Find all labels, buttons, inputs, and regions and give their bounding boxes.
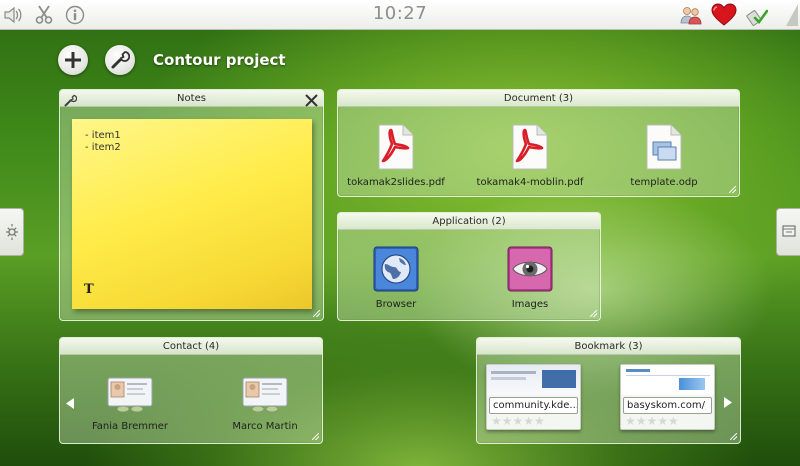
contact-title: Contact (4) [162, 341, 220, 352]
rating-stars[interactable]: ★★★★★ [625, 414, 679, 428]
sun-settings-icon [5, 224, 18, 240]
document-label: tokamak4-moblin.pdf [476, 177, 584, 188]
document-panel[interactable]: Document (3) tokamak2slides.pdf tokamak4… [337, 89, 740, 197]
bookmark-item[interactable]: basyskom.com/ ★★★★★ [620, 364, 715, 430]
contact-label: Marco Martin [232, 421, 298, 432]
users-icon[interactable] [680, 4, 702, 26]
application-header: Application (2) [338, 213, 600, 230]
notes-title: Notes [177, 93, 206, 104]
top-status-bar: 10:27 [0, 0, 800, 30]
contact-card-icon [107, 377, 153, 413]
close-icon[interactable] [305, 92, 318, 111]
contact-card-icon [242, 377, 288, 413]
panel-edge-icon [777, 4, 799, 26]
scroll-left-icon[interactable] [66, 394, 75, 413]
pdf-icon [378, 124, 414, 170]
bookmark-panel[interactable]: Bookmark (3) community.kde.... ★★★★★ bas… [476, 337, 741, 444]
document-label: template.odp [630, 177, 698, 188]
resize-grip[interactable] [729, 186, 736, 193]
eye-icon [507, 246, 553, 292]
resize-grip[interactable] [313, 310, 320, 317]
contact-header: Contact (4) [60, 338, 322, 355]
rating-stars[interactable]: ★★★★★ [491, 414, 545, 428]
resize-grip[interactable] [312, 433, 319, 440]
bookmark-label: basyskom.com/ [623, 397, 712, 414]
bookmark-thumbnail [487, 365, 580, 395]
application-title: Application (2) [432, 216, 506, 227]
resize-grip[interactable] [590, 310, 597, 317]
wrench-icon[interactable] [64, 92, 78, 111]
scroll-right-icon[interactable] [723, 393, 732, 412]
note-line: - item1 [85, 130, 121, 141]
contact-panel[interactable]: Contact (4) Fania Bremmer Marco Martin [59, 337, 323, 444]
contact-item[interactable]: Marco Martin [210, 377, 320, 432]
bookmark-thumbnail [621, 365, 714, 395]
resize-grip[interactable] [730, 433, 737, 440]
clean-icon[interactable] [746, 4, 768, 26]
notes-panel[interactable]: Notes - item1 - item2 T [59, 89, 324, 321]
globe-icon [373, 246, 419, 292]
contact-item[interactable]: Fania Bremmer [75, 377, 185, 432]
project-title: Contour project [153, 51, 286, 69]
pdf-icon [512, 124, 548, 170]
application-label: Images [511, 299, 549, 310]
window-list-icon [781, 225, 796, 237]
document-item[interactable]: tokamak4-moblin.pdf [465, 124, 595, 188]
text-tool-icon[interactable]: T [84, 282, 94, 297]
bookmark-title: Bookmark (3) [574, 341, 643, 352]
document-label: tokamak2slides.pdf [347, 177, 445, 188]
project-settings-button[interactable] [105, 45, 135, 75]
application-panel[interactable]: Application (2) Browser Images [337, 212, 601, 321]
presentation-icon [646, 124, 682, 170]
contact-label: Fania Bremmer [91, 421, 169, 432]
notes-header: Notes [60, 90, 323, 107]
plus-icon [65, 52, 81, 68]
heart-icon[interactable] [711, 3, 737, 26]
note-line: - item2 [85, 142, 121, 153]
document-title: Document (3) [503, 93, 574, 104]
left-side-tab[interactable] [0, 208, 24, 256]
bookmark-item[interactable]: community.kde.... ★★★★★ [486, 364, 581, 430]
right-side-tab[interactable] [776, 208, 800, 256]
sticky-note[interactable]: - item1 - item2 T [72, 119, 312, 309]
application-item[interactable]: Browser [356, 246, 436, 310]
add-button[interactable] [58, 45, 88, 75]
document-item[interactable]: tokamak2slides.pdf [331, 124, 461, 188]
bookmark-header: Bookmark (3) [477, 338, 740, 355]
application-label: Browser [375, 299, 417, 310]
application-item[interactable]: Images [490, 246, 570, 310]
wrench-icon [111, 51, 130, 69]
document-item[interactable]: template.odp [599, 124, 729, 188]
bookmark-label: community.kde.... [489, 397, 578, 414]
document-header: Document (3) [338, 90, 739, 107]
